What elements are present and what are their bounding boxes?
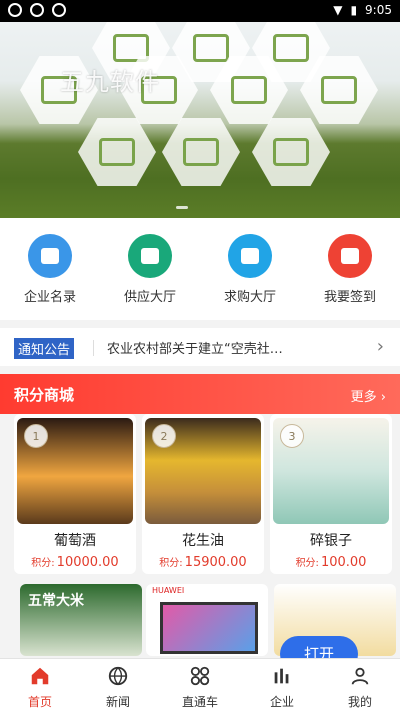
tab-label: 首页 (27, 695, 52, 709)
lightning-icon (328, 234, 372, 278)
tab-label: 我的 (347, 695, 372, 709)
grid-icon (190, 666, 210, 686)
rank-badge: 1 (24, 424, 48, 448)
more-link[interactable]: 更多 › (351, 386, 386, 405)
section-title: 积分商城 (14, 386, 75, 404)
product-name: 碎银子 (310, 533, 352, 549)
points-mall-header: 积分商城 更多 › (0, 374, 400, 414)
quick-action-label: 我要签到 (323, 290, 376, 305)
quick-action-directory[interactable]: 企业名录 (10, 234, 90, 305)
bar-chart-icon (274, 668, 289, 684)
product-name: 葡萄酒 (54, 533, 96, 549)
points-value: 10000.00 (56, 555, 119, 570)
person-icon (351, 667, 369, 685)
rank-badge: 2 (152, 424, 176, 448)
product-card[interactable]: 1 葡萄酒 积分: 10000.00 (14, 414, 136, 574)
product-card[interactable]: 2 花生油 积分: 15900.00 (142, 414, 264, 574)
building-icon (28, 234, 72, 278)
tab-label: 直通车 (181, 695, 218, 709)
chevron-right-icon[interactable]: › (377, 336, 384, 357)
rank-badge: 3 (280, 424, 304, 448)
notification-icon (8, 3, 22, 17)
shopping-bag-icon (228, 234, 272, 278)
quick-action-label: 供应大厅 (123, 290, 176, 305)
quick-action-checkin[interactable]: 我要签到 (310, 234, 390, 305)
tab-express[interactable]: 直通车 (160, 665, 240, 710)
quick-action-label: 求购大厅 (223, 290, 276, 305)
drone-icon (162, 118, 240, 186)
product-name: 花生油 (182, 533, 224, 549)
status-time: 9:05 (365, 3, 392, 17)
points-label: 积分: (31, 558, 55, 569)
banner-carousel[interactable]: 五九软件 (0, 22, 400, 218)
sync-icon (30, 3, 44, 17)
points-label: 积分: (295, 558, 319, 569)
tab-mine[interactable]: 我的 (320, 665, 400, 710)
product-points: 积分: 10000.00 (14, 554, 136, 570)
brand-label: HUAWEI (152, 586, 185, 595)
product-card-partial[interactable]: 五常大米 (20, 584, 142, 656)
banner-watermark: 五九软件 (60, 68, 160, 96)
folder-icon (128, 234, 172, 278)
wifi-icon: ▼ (333, 3, 343, 17)
battery-icon: ▮ (350, 3, 358, 17)
quick-action-label: 企业名录 (23, 290, 76, 305)
points-value: 15900.00 (184, 555, 247, 570)
bottom-tab-bar: 首页 新闻 直通车 企业 我的 (0, 658, 400, 712)
notice-bar[interactable]: 通知公告 农业农村部关于建立“空壳社… › (0, 328, 400, 366)
magnifier-leaf-icon (78, 118, 156, 186)
notice-tag: 通知公告 (14, 338, 75, 359)
home-icon (31, 667, 49, 685)
more-label: 更多 (350, 390, 377, 405)
quick-action-purchase[interactable]: 求购大厅 (210, 234, 290, 305)
product-points: 积分: 100.00 (270, 554, 392, 570)
quick-actions: 企业名录 供应大厅 求购大厅 我要签到 (0, 218, 400, 320)
product-card-partial[interactable]: HUAWEI (146, 584, 268, 656)
shield-icon (252, 118, 330, 186)
tab-label: 企业 (269, 695, 294, 709)
tab-label: 新闻 (105, 695, 130, 709)
vpn-icon (52, 3, 66, 17)
globe-icon (108, 666, 128, 686)
tab-news[interactable]: 新闻 (78, 665, 158, 710)
product-card[interactable]: 3 碎银子 积分: 100.00 (270, 414, 392, 574)
points-value: 100.00 (320, 555, 367, 570)
notice-text[interactable]: 农业农村部关于建立“空壳社… (107, 338, 357, 357)
tab-enterprise[interactable]: 企业 (242, 665, 322, 710)
carousel-indicator (176, 206, 188, 209)
divider (93, 340, 94, 356)
quick-action-supply[interactable]: 供应大厅 (110, 234, 190, 305)
points-label: 积分: (159, 558, 183, 569)
tab-home[interactable]: 首页 (0, 665, 80, 710)
product-image-label: 五常大米 (28, 593, 84, 609)
laptop-image (160, 602, 258, 654)
status-bar: ▼ ▮ 9:05 (0, 0, 400, 22)
product-points: 积分: 15900.00 (142, 554, 264, 570)
